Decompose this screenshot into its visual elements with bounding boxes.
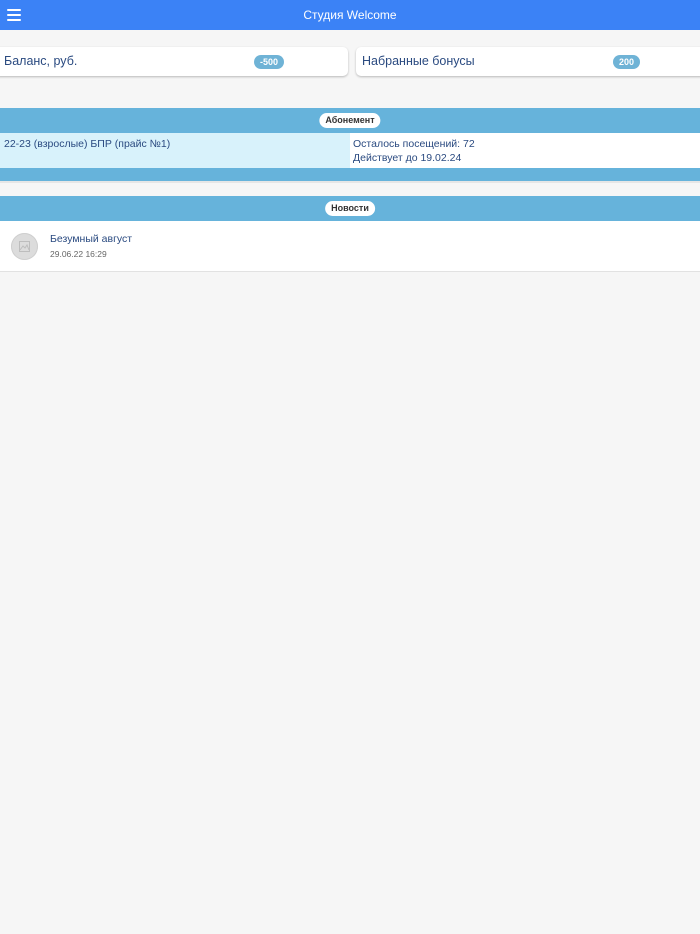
bonuses-badge: 200 xyxy=(613,55,641,69)
news-section-header: Новости xyxy=(0,196,700,221)
balance-label: Баланс, руб. xyxy=(4,54,78,68)
news-date: 29.06.22 16:29 xyxy=(50,249,107,259)
app-header: Студия Welcome xyxy=(0,0,700,30)
news-section-title: Новости xyxy=(325,201,375,216)
subscription-name-cell: 22-23 (взрослые) БПР (прайс №1) xyxy=(0,133,350,168)
divider xyxy=(0,181,700,183)
news-item[interactable]: Безумный август 29.06.22 16:29 xyxy=(0,221,700,272)
bonuses-card[interactable]: Набранные бонусы 200 xyxy=(356,47,700,76)
subscription-row[interactable]: 22-23 (взрослые) БПР (прайс №1) Осталось… xyxy=(0,133,700,168)
subscription-section-header: Абонемент xyxy=(0,108,700,133)
subscription-name: 22-23 (взрослые) БПР (прайс №1) xyxy=(4,138,171,150)
subscription-section-title: Абонемент xyxy=(319,113,381,128)
page-title: Студия Welcome xyxy=(303,8,397,22)
visits-left: Осталось посещений: 72 xyxy=(353,138,475,150)
image-placeholder-icon xyxy=(11,233,38,260)
subscription-details: Осталось посещений: 72 Действует до 19.0… xyxy=(353,137,475,165)
news-title: Безумный август xyxy=(50,233,133,245)
balance-badge: -500 xyxy=(254,55,285,69)
balance-card[interactable]: Баланс, руб. -500 xyxy=(0,47,348,76)
subscription-section-footer xyxy=(0,168,700,181)
bonuses-label: Набранные бонусы xyxy=(362,54,475,68)
valid-until: Действует до 19.02.24 xyxy=(353,152,462,164)
